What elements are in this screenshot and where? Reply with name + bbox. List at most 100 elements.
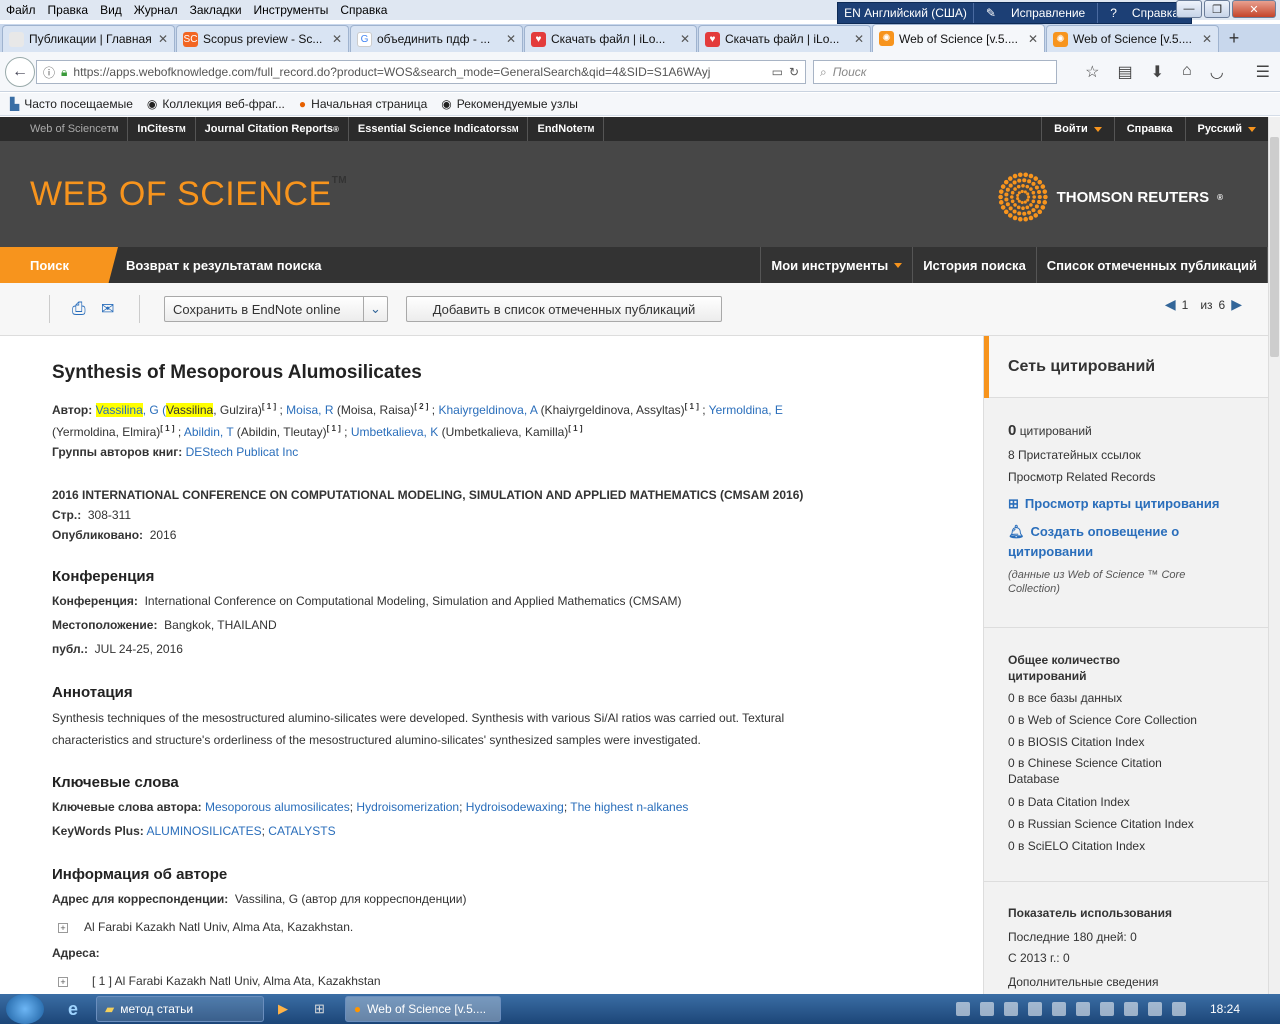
pocket-icon[interactable]: ◡	[1210, 62, 1224, 82]
product-jcr[interactable]: Journal Citation Reports ®	[196, 117, 349, 141]
tab-close-icon[interactable]: ✕	[1202, 32, 1212, 46]
maximize-icon[interactable]: ❐	[1204, 0, 1230, 18]
ie-icon[interactable]: e	[68, 999, 78, 1020]
tab-close-icon[interactable]: ✕	[854, 32, 864, 46]
search-tab[interactable]: Поиск	[0, 247, 118, 283]
wos-logo[interactable]: WEB OF SCIENCETM	[30, 175, 347, 214]
url-text[interactable]: https://apps.webofknowledge.com/full_rec…	[73, 65, 765, 79]
scrollbar-thumb[interactable]	[1270, 137, 1279, 357]
menu-edit[interactable]: Правка	[42, 3, 95, 17]
affiliation-ref[interactable]: [ 1 ]	[685, 402, 699, 411]
clock[interactable]: 18:24	[1210, 1002, 1240, 1016]
expand-icon[interactable]: +	[58, 922, 68, 933]
browser-tab[interactable]: Gобъединить пдф - ... ✕	[350, 25, 523, 52]
product-wos[interactable]: Web of Science TM	[0, 117, 129, 141]
home-icon[interactable]: ⌂	[1182, 62, 1192, 82]
tab-close-icon[interactable]: ✕	[158, 32, 168, 46]
menu-tools[interactable]: Инструменты	[248, 3, 335, 17]
info-icon[interactable]: ⓘ	[43, 64, 55, 81]
author-link[interactable]: Yermoldina, E	[709, 403, 783, 417]
menu-history[interactable]: Журнал	[128, 3, 184, 17]
volume-icon[interactable]	[1171, 1002, 1186, 1016]
search-input[interactable]: ⌕ Поиск	[813, 60, 1057, 84]
tab-close-icon[interactable]: ✕	[506, 32, 516, 46]
flag-icon[interactable]	[1123, 1002, 1138, 1016]
chevron-down-icon[interactable]: ⌄	[363, 297, 387, 321]
tray-icon[interactable]	[955, 1002, 970, 1016]
browser-tab[interactable]: ✺ Web of Science [v.5.... ✕	[872, 24, 1045, 52]
product-endnote[interactable]: EndNote TM	[528, 117, 605, 141]
tab-close-icon[interactable]: ✕	[1028, 32, 1038, 46]
login-menu[interactable]: Войти	[1041, 117, 1114, 141]
citation-alert-link[interactable]: 🔔︎ Создать оповещение о цитировании	[1008, 522, 1179, 562]
more-info-link[interactable]: Дополнительные сведения	[1008, 973, 1158, 991]
back-button[interactable]: ←	[5, 56, 35, 87]
tray-icon[interactable]	[1099, 1002, 1114, 1016]
next-record-icon[interactable]: ▶	[1231, 296, 1242, 313]
author-link[interactable]: Umbetkalieva, K	[351, 425, 438, 439]
bookmark-suggested[interactable]: ◉ Рекомендуемые узлы	[441, 97, 578, 111]
citation-map-link[interactable]: ⊞ Просмотр карты цитирования	[1008, 495, 1219, 513]
keyword-link[interactable]: The highest n-alkanes	[570, 800, 688, 814]
start-button[interactable]	[6, 994, 44, 1024]
affiliation-ref[interactable]: [ 1 ]	[262, 402, 276, 411]
minimize-icon[interactable]: —	[1176, 0, 1202, 18]
help-link[interactable]: Справка	[1113, 117, 1185, 141]
page-scrollbar[interactable]	[1268, 117, 1280, 994]
my-tools-menu[interactable]: Мои инструменты	[760, 247, 912, 283]
language-menu[interactable]: Русский	[1184, 117, 1268, 141]
new-tab-button[interactable]: +	[1220, 25, 1248, 52]
menu-help[interactable]: Справка	[334, 3, 393, 17]
close-window-icon[interactable]: ✕	[1232, 0, 1276, 18]
keyword-link[interactable]: ALUMINOSILICATES	[146, 824, 261, 838]
affiliation-ref[interactable]: [ 1 ]	[160, 424, 174, 433]
tab-close-icon[interactable]: ✕	[680, 32, 690, 46]
back-to-results-link[interactable]: Возврат к результатам поиска	[118, 258, 322, 273]
add-to-marked-button[interactable]: Добавить в список отмеченных публикаций	[406, 296, 722, 322]
media-player-icon[interactable]: ▶	[278, 1001, 288, 1017]
taskbar-item-folder[interactable]: ▰ метод статьи	[96, 996, 265, 1022]
language-indicator[interactable]: EN Английский (США)	[838, 3, 973, 23]
browser-tab[interactable]: Публикации | Главная ✕	[2, 25, 175, 52]
bookmark-homepage[interactable]: ● Начальная страница	[299, 97, 427, 111]
author-link[interactable]: , G (	[143, 403, 166, 417]
browser-tab[interactable]: SC Scopus preview - Sc... ✕	[176, 25, 349, 52]
app-icon[interactable]: ⊞	[314, 1001, 325, 1017]
reader-view-icon[interactable]: ▭	[772, 65, 783, 79]
prev-record-icon[interactable]: ◀	[1165, 296, 1176, 313]
bookmarks-list-icon[interactable]: ▤	[1117, 62, 1132, 82]
browser-tab[interactable]: ♥ Скачать файл | iLo... ✕	[698, 25, 871, 52]
network-icon[interactable]	[1147, 1002, 1162, 1016]
related-records-link[interactable]: Просмотр Related Records	[1008, 468, 1156, 486]
keyword-link[interactable]: CATALYSTS	[268, 824, 335, 838]
tray-icon[interactable]	[1075, 1002, 1090, 1016]
book-group-link[interactable]: DEStech Publicat Inc	[186, 445, 299, 459]
search-history-link[interactable]: История поиска	[912, 247, 1036, 283]
save-endnote-button[interactable]: Сохранить в EndNote online ⌄	[164, 296, 388, 322]
hamburger-menu-icon[interactable]: ☰	[1256, 62, 1270, 82]
menu-file[interactable]: Файл	[0, 3, 42, 17]
tray-icon[interactable]	[1003, 1002, 1018, 1016]
cited-references-link[interactable]: 8 Пристатейных ссылок	[1008, 446, 1141, 464]
author-link[interactable]: Abildin, T	[184, 425, 234, 439]
expand-icon[interactable]: +	[58, 976, 68, 987]
product-esi[interactable]: Essential Science Indicators SM	[349, 117, 529, 141]
bookmark-star-icon[interactable]: ☆	[1085, 62, 1099, 82]
tray-icon[interactable]	[979, 1002, 994, 1016]
menu-view[interactable]: Вид	[94, 3, 128, 17]
email-icon[interactable]: ✉	[101, 299, 114, 319]
affiliation-ref[interactable]: [ 2 ]	[414, 402, 428, 411]
print-icon[interactable]: ⎙	[72, 299, 86, 319]
keyword-link[interactable]: Mesoporous alumosilicates	[205, 800, 350, 814]
tab-close-icon[interactable]: ✕	[332, 32, 342, 46]
affiliation-ref[interactable]: [ 1 ]	[568, 424, 582, 433]
author-link[interactable]: Moisa, R	[286, 403, 333, 417]
author-link[interactable]: Vassilina	[95, 403, 143, 417]
download-icon[interactable]: ⬇	[1151, 62, 1164, 82]
browser-tab[interactable]: ♥ Скачать файл | iLo... ✕	[524, 25, 697, 52]
author-link[interactable]: Khaiyrgeldinova, A	[438, 403, 537, 417]
bookmark-frequent[interactable]: ▙ Часто посещаемые	[10, 97, 133, 111]
product-incites[interactable]: InCites TM	[128, 117, 196, 141]
menu-bookmarks[interactable]: Закладки	[184, 3, 248, 17]
tray-icon[interactable]	[1051, 1002, 1066, 1016]
